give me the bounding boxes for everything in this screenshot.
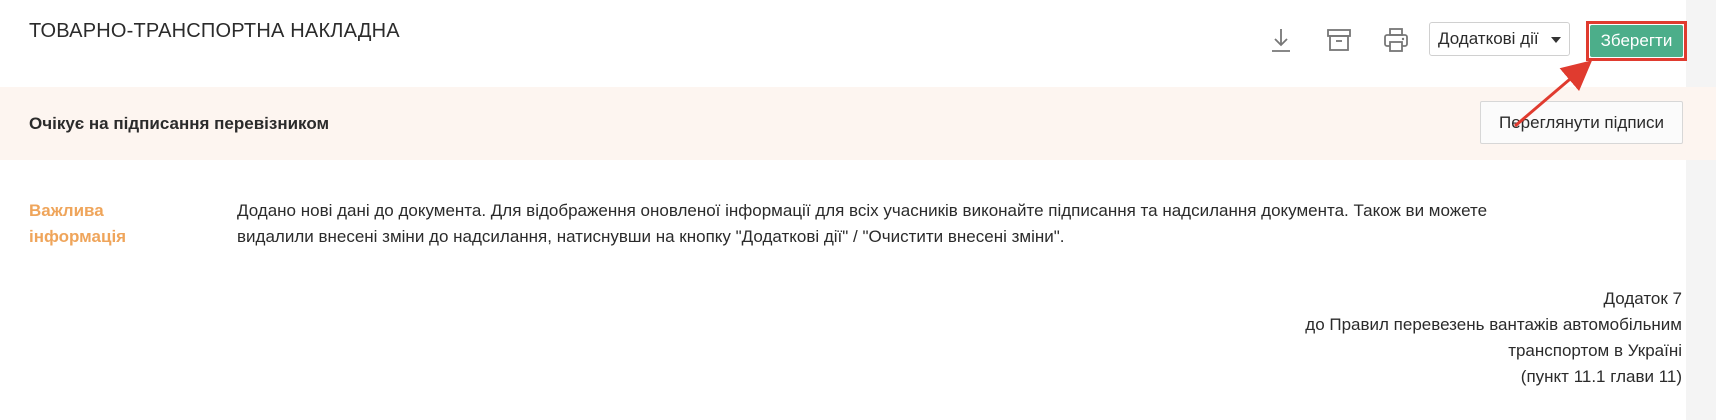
notice-label: Важлива інформація [29,198,179,250]
notice-text: Додано нові дані до документа. Для відоб… [237,198,1677,250]
view-signatures-button[interactable]: Переглянути підписи [1480,101,1683,144]
notice-text-line1: Додано нові дані до документа. Для відоб… [237,201,1488,220]
appendix-line: (пункт 11.1 глави 11) [1520,367,1682,386]
print-icon [1384,28,1408,52]
status-text: Очікує на підписання перевізником [29,114,330,133]
status-bar: Очікує на підписання перевізником Перегл… [0,87,1716,160]
archive-button[interactable] [1321,22,1357,58]
save-button[interactable]: Зберегти [1590,25,1683,57]
chevron-down-icon [1551,37,1561,43]
archive-icon [1327,29,1351,51]
additional-actions-dropdown[interactable]: Додаткові дії [1429,22,1570,56]
notice-label-line1: Важлива [29,201,104,220]
appendix-line: до Правил перевезень вантажів автомобіль… [1305,315,1682,334]
page-title: ТОВАРНО-ТРАНСПОРТНА НАКЛАДНА [29,20,400,42]
additional-actions-label: Додаткові дії [1438,29,1539,48]
appendix-reference: Додаток 7 до Правил перевезень вантажів … [1305,286,1682,390]
save-button-highlight: Зберегти [1586,21,1687,61]
right-scroll-gutter [1686,0,1716,420]
download-icon [1272,29,1290,52]
print-button[interactable] [1378,22,1414,58]
notice-text-line2: видалили внесені зміни до надсилання, на… [237,227,1065,246]
document-header: ТОВАРНО-ТРАНСПОРТНА НАКЛАДНА Додаткові д… [0,0,1687,86]
appendix-line: транспортом в Україні [1508,341,1682,360]
download-button[interactable] [1263,22,1299,58]
appendix-line: Додаток 7 [1603,289,1682,308]
notice-label-line2: інформація [29,227,127,246]
